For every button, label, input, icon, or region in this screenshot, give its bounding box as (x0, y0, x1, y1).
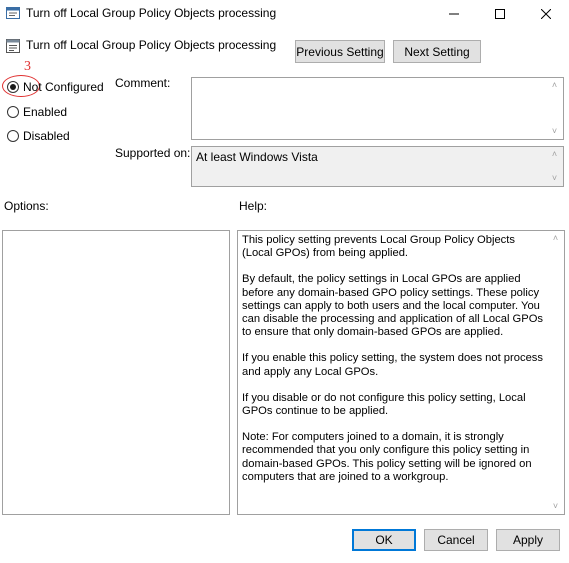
ok-button[interactable]: OK (352, 529, 416, 551)
comment-field[interactable]: ˄ ˅ (191, 77, 564, 140)
help-paragraph: If you disable or do not configure this … (242, 391, 526, 418)
annotation-number: 3 (24, 59, 31, 74)
radio-label: Not Configured (23, 80, 104, 94)
title-bar: Turn off Local Group Policy Objects proc… (0, 0, 569, 28)
comment-value (192, 78, 563, 84)
scroll-down-icon[interactable]: ˅ (550, 127, 559, 136)
options-panel (2, 230, 230, 515)
help-paragraph: This policy setting prevents Local Group… (242, 234, 515, 260)
scroll-up-icon[interactable]: ˄ (550, 150, 559, 159)
help-text: This policy setting prevents Local Group… (242, 234, 544, 497)
help-paragraph: Note: For computers joined to a domain, … (242, 431, 532, 483)
maximize-icon (495, 9, 505, 19)
help-scrollbar[interactable]: ˄ ˅ (547, 231, 564, 514)
supported-scrollbar[interactable]: ˄ ˅ (546, 147, 563, 186)
radio-button[interactable] (7, 106, 19, 118)
window-title: Turn off Local Group Policy Objects proc… (26, 6, 277, 20)
previous-setting-button[interactable]: Previous Setting (295, 40, 385, 63)
scroll-down-icon[interactable]: ˅ (550, 174, 559, 183)
radio-button[interactable] (7, 130, 19, 142)
help-paragraph: If you enable this policy setting, the s… (242, 352, 543, 378)
close-icon (541, 9, 551, 19)
radio-label: Disabled (23, 129, 70, 143)
help-label: Help: (239, 199, 268, 213)
next-setting-button[interactable]: Next Setting (393, 40, 481, 63)
minimize-button[interactable] (431, 0, 477, 28)
comment-scrollbar[interactable]: ˄ ˅ (546, 78, 563, 139)
scroll-up-icon[interactable]: ˄ (551, 234, 560, 243)
comment-label: Comment: (115, 76, 171, 90)
policy-setting-icon (5, 38, 21, 54)
maximize-button[interactable] (477, 0, 523, 28)
radio-not-configured[interactable]: Not Configured (7, 79, 104, 95)
cancel-button[interactable]: Cancel (424, 529, 488, 551)
radio-label: Enabled (23, 105, 68, 119)
scroll-down-icon[interactable]: ˅ (551, 502, 560, 511)
radio-button-selected[interactable] (7, 81, 19, 93)
supported-on-label: Supported on: (115, 146, 191, 160)
apply-button[interactable]: Apply (496, 529, 560, 551)
policy-app-icon (6, 6, 20, 20)
scroll-up-icon[interactable]: ˄ (550, 81, 559, 90)
minimize-icon (449, 13, 459, 15)
radio-disabled[interactable]: Disabled (7, 128, 70, 144)
options-label: Options: (4, 199, 49, 213)
supported-on-value: At least Windows Vista (196, 150, 318, 164)
help-paragraph: By default, the policy settings in Local… (242, 273, 544, 339)
supported-on-field: At least Windows Vista ˄ ˅ (191, 146, 564, 187)
close-button[interactable] (523, 0, 569, 28)
policy-name: Turn off Local Group Policy Objects proc… (26, 38, 277, 52)
radio-enabled[interactable]: Enabled (7, 104, 67, 120)
help-panel: This policy setting prevents Local Group… (237, 230, 565, 515)
